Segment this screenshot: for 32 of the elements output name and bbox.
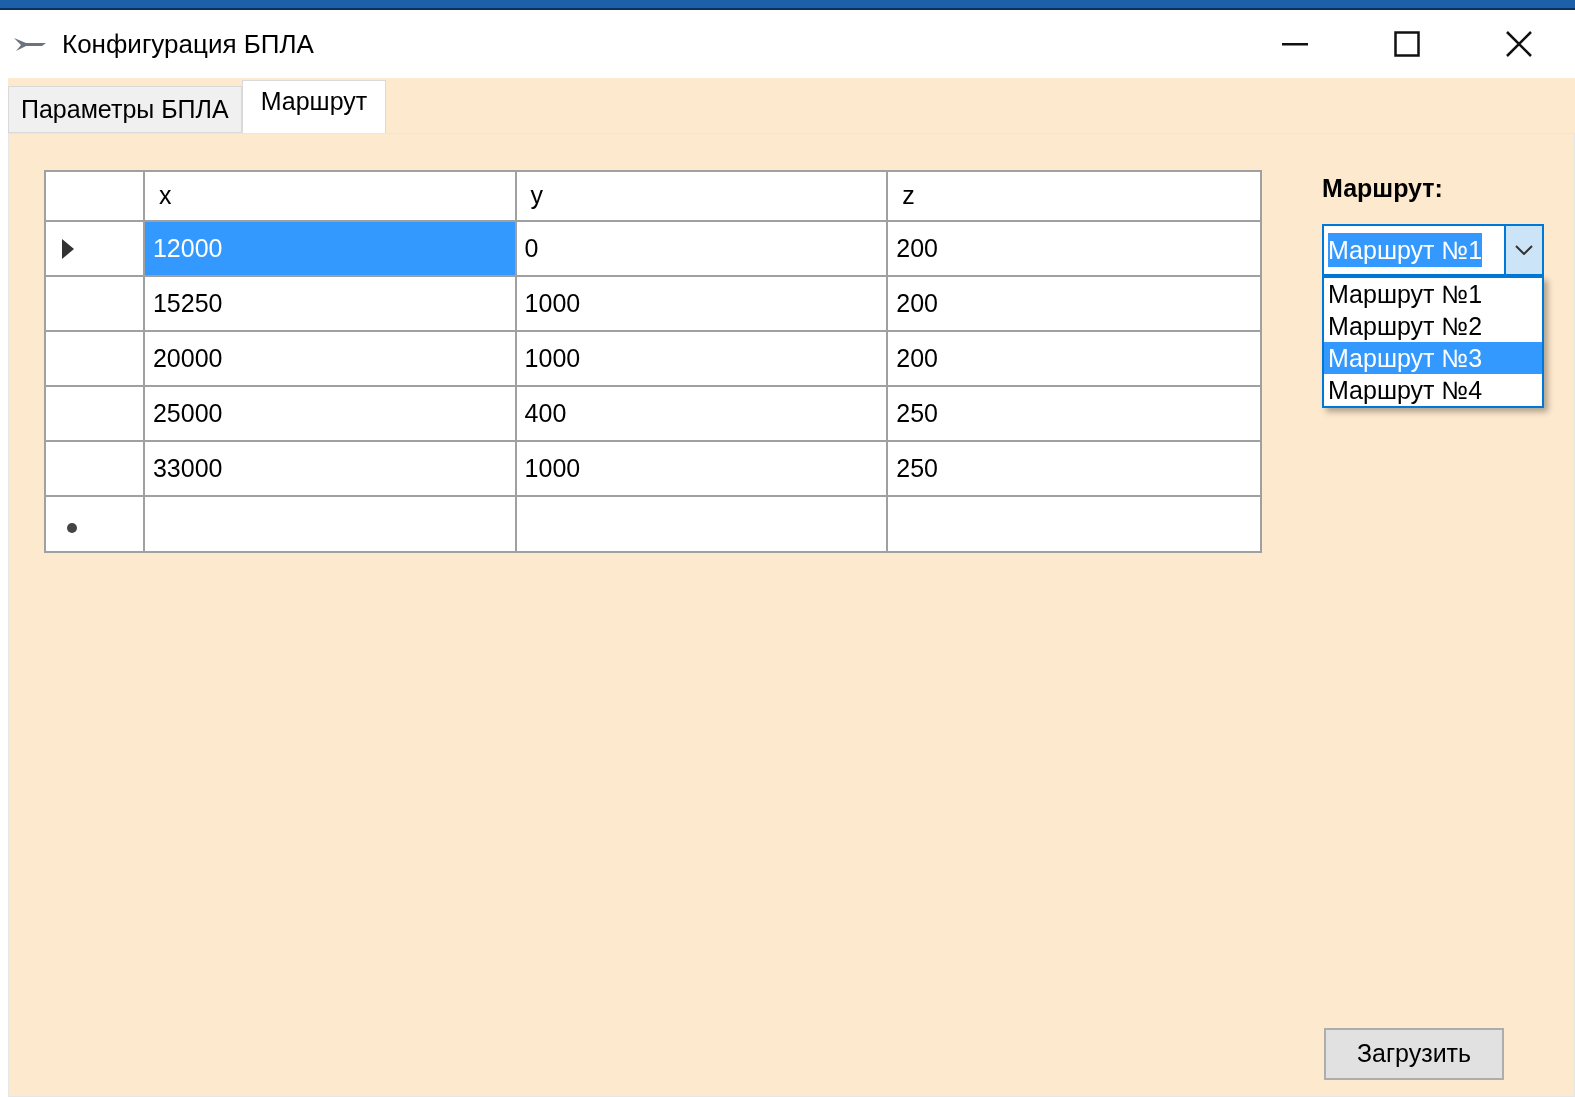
column-header[interactable]: z (888, 172, 1260, 220)
column-header[interactable]: x (144, 172, 517, 220)
maximize-icon (1394, 31, 1420, 57)
route-option[interactable]: Маршрут №1 (1324, 277, 1542, 310)
route-option[interactable]: Маршрут №4 (1324, 373, 1542, 406)
minimize-icon (1282, 42, 1308, 46)
route-label: Маршрут: (1322, 173, 1444, 204)
table-cell: 1000 (516, 277, 889, 330)
tab[interactable]: Параметры БПЛА (8, 86, 242, 133)
table-cell: 0 (516, 222, 889, 275)
table-cell-text: 250 (895, 397, 939, 429)
route-value: Маршрут №1 (1328, 232, 1483, 267)
table-cell-text: 200 (895, 232, 939, 264)
chevron-down-icon (1515, 244, 1533, 255)
route-option[interactable]: Маршрут №2 (1324, 309, 1542, 342)
column-header[interactable]: y (516, 172, 889, 220)
table-cell: 400 (516, 387, 889, 440)
close-icon (1506, 31, 1532, 57)
table-cell: 15250 (144, 277, 517, 330)
table-cell-text: 200 (895, 287, 939, 319)
window-title: Конфигурация БПЛА (62, 27, 314, 61)
table-cell: 20000 (144, 332, 517, 385)
tab[interactable]: Маршрут (241, 80, 387, 133)
table-cell: 1000 (516, 332, 889, 385)
table-cell-text: 250 (895, 452, 939, 484)
current-row-icon (62, 238, 74, 259)
table-cell: 33000 (144, 442, 517, 495)
table-cell: 12000 (144, 222, 517, 275)
table-cell: 25000 (144, 387, 517, 440)
load-button[interactable]: Загрузить (1324, 1028, 1504, 1080)
table-cell: 1000 (516, 442, 889, 495)
table-cell-text: 200 (895, 342, 939, 374)
